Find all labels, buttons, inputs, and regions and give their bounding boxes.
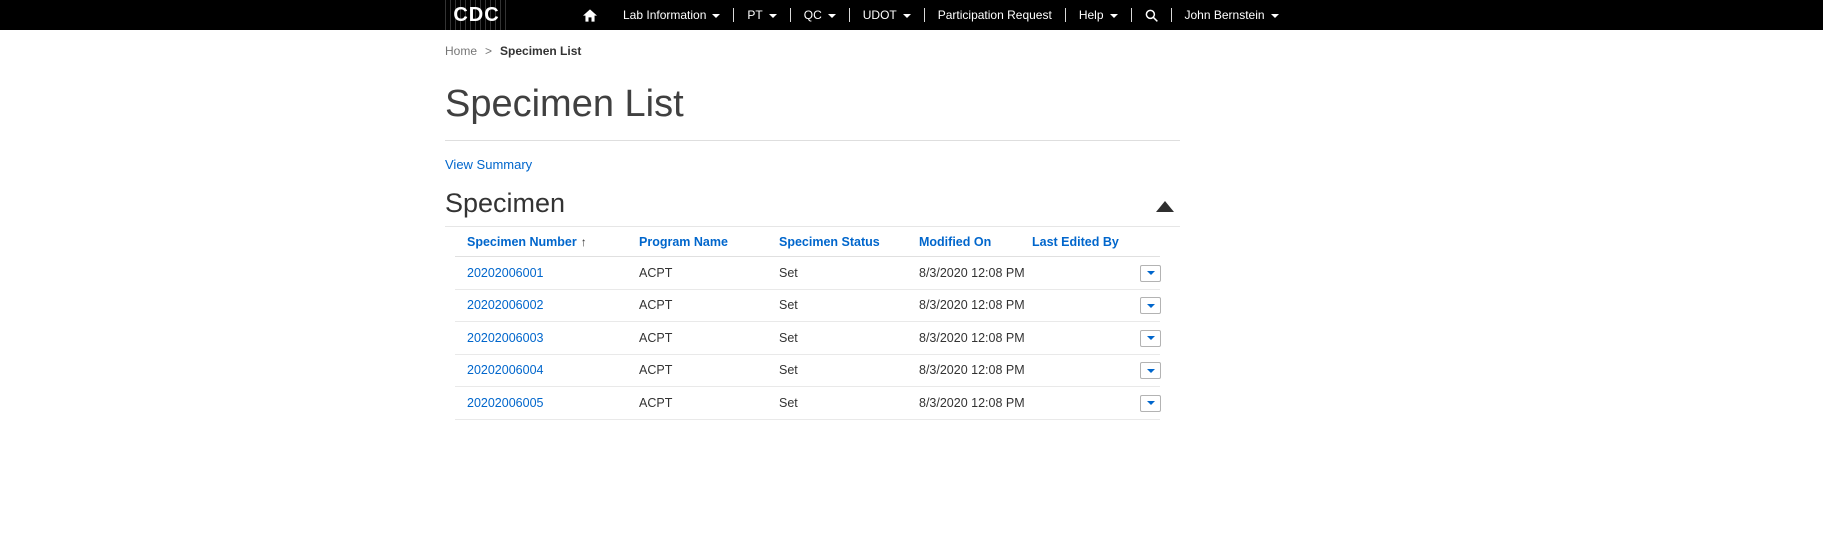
specimen-number-link[interactable]: 20202006002: [467, 298, 543, 312]
cell-program-name: ACPT: [627, 289, 767, 322]
search-icon: [1145, 9, 1158, 22]
page-content: Home > Specimen List Specimen List View …: [445, 44, 1180, 420]
cell-modified-on: 8/3/2020 12:08 PM: [907, 387, 1020, 420]
row-actions-dropdown-button[interactable]: [1140, 395, 1161, 412]
specimen-number-link[interactable]: 20202006005: [467, 396, 543, 410]
column-header-label: Specimen Number: [467, 235, 577, 249]
cell-program-name: ACPT: [627, 354, 767, 387]
row-actions-dropdown-button[interactable]: [1140, 297, 1161, 314]
cell-specimen-status: Set: [767, 289, 907, 322]
column-header-specimen-status[interactable]: Specimen Status: [767, 227, 907, 257]
row-actions-dropdown-button[interactable]: [1140, 330, 1161, 347]
cell-actions: [1128, 354, 1160, 387]
column-header-last-edited-by[interactable]: Last Edited By: [1020, 227, 1128, 257]
table-row: 20202006004 ACPT Set 8/3/2020 12:08 PM: [455, 354, 1160, 387]
top-navigation-bar: CDC Lab Information PT QC UDOT P: [0, 0, 1823, 30]
cell-specimen-number: 20202006001: [455, 257, 627, 290]
specimen-number-link[interactable]: 20202006001: [467, 266, 543, 280]
nav-item-home[interactable]: [570, 0, 610, 30]
row-actions-dropdown-button[interactable]: [1140, 265, 1161, 282]
cell-actions: [1128, 289, 1160, 322]
cell-specimen-status: Set: [767, 387, 907, 420]
nav-user-menu[interactable]: John Bernstein: [1172, 0, 1292, 30]
nav-item-label: UDOT: [863, 8, 897, 22]
cell-program-name: ACPT: [627, 387, 767, 420]
table-row: 20202006005 ACPT Set 8/3/2020 12:08 PM: [455, 387, 1160, 420]
nav-item-qc[interactable]: QC: [791, 0, 849, 30]
nav-item-label: Lab Information: [623, 8, 706, 22]
cell-last-edited-by: [1020, 387, 1128, 420]
chevron-down-icon: [1147, 369, 1155, 373]
cell-program-name: ACPT: [627, 322, 767, 355]
chevron-down-icon: [712, 14, 720, 18]
user-name-label: John Bernstein: [1185, 8, 1265, 22]
chevron-down-icon: [1147, 271, 1155, 275]
column-header-specimen-number[interactable]: Specimen Number ↑: [455, 227, 627, 257]
cell-actions: [1128, 387, 1160, 420]
cell-last-edited-by: [1020, 257, 1128, 290]
cell-actions: [1128, 257, 1160, 290]
table-row: 20202006002 ACPT Set 8/3/2020 12:08 PM: [455, 289, 1160, 322]
cell-specimen-number: 20202006005: [455, 387, 627, 420]
row-actions-dropdown-button[interactable]: [1140, 362, 1161, 379]
chevron-down-icon: [1147, 304, 1155, 308]
breadcrumb-current: Specimen List: [500, 44, 581, 58]
chevron-down-icon: [1147, 336, 1155, 340]
specimen-section-header: Specimen: [445, 188, 1180, 227]
cell-modified-on: 8/3/2020 12:08 PM: [907, 257, 1020, 290]
cell-actions: [1128, 322, 1160, 355]
nav-item-pt[interactable]: PT: [734, 0, 789, 30]
cell-modified-on: 8/3/2020 12:08 PM: [907, 289, 1020, 322]
column-header-program-name[interactable]: Program Name: [627, 227, 767, 257]
page-title: Specimen List: [445, 83, 1180, 141]
specimen-table-body: 20202006001 ACPT Set 8/3/2020 12:08 PM 2…: [455, 257, 1160, 420]
cdc-logo-text: CDC: [453, 4, 499, 27]
breadcrumb: Home > Specimen List: [445, 44, 1180, 58]
breadcrumb-separator: >: [485, 44, 492, 58]
cell-specimen-number: 20202006002: [455, 289, 627, 322]
nav-item-label: PT: [747, 8, 762, 22]
chevron-down-icon: [903, 14, 911, 18]
specimen-number-link[interactable]: 20202006004: [467, 363, 543, 377]
chevron-down-icon: [1147, 401, 1155, 405]
nav-item-participation-request[interactable]: Participation Request: [925, 0, 1065, 30]
cell-modified-on: 8/3/2020 12:08 PM: [907, 322, 1020, 355]
chevron-down-icon: [828, 14, 836, 18]
chevron-down-icon: [1110, 14, 1118, 18]
cell-specimen-status: Set: [767, 257, 907, 290]
cell-specimen-status: Set: [767, 322, 907, 355]
specimen-table-header: Specimen Number ↑ Program Name Specimen S…: [455, 227, 1160, 257]
nav-item-help[interactable]: Help: [1066, 0, 1131, 30]
specimen-number-link[interactable]: 20202006003: [467, 331, 543, 345]
cell-specimen-number: 20202006003: [455, 322, 627, 355]
cell-specimen-number: 20202006004: [455, 354, 627, 387]
cdc-logo[interactable]: CDC: [445, 0, 508, 30]
table-row: 20202006001 ACPT Set 8/3/2020 12:08 PM: [455, 257, 1160, 290]
cell-last-edited-by: [1020, 354, 1128, 387]
cell-modified-on: 8/3/2020 12:08 PM: [907, 354, 1020, 387]
main-nav: Lab Information PT QC UDOT Participation…: [570, 0, 1292, 30]
nav-item-label: QC: [804, 8, 822, 22]
chevron-down-icon: [769, 14, 777, 18]
column-header-actions: [1128, 227, 1160, 257]
nav-item-label: Help: [1079, 8, 1104, 22]
view-summary-link[interactable]: View Summary: [445, 157, 532, 172]
nav-search[interactable]: [1132, 0, 1171, 30]
cell-specimen-status: Set: [767, 354, 907, 387]
nav-item-lab-information[interactable]: Lab Information: [610, 0, 733, 30]
cell-last-edited-by: [1020, 322, 1128, 355]
cell-program-name: ACPT: [627, 257, 767, 290]
table-row: 20202006003 ACPT Set 8/3/2020 12:08 PM: [455, 322, 1160, 355]
sort-ascending-icon: ↑: [581, 235, 587, 249]
breadcrumb-home-link[interactable]: Home: [445, 44, 477, 58]
column-header-modified-on[interactable]: Modified On: [907, 227, 1020, 257]
chevron-down-icon: [1271, 14, 1279, 18]
collapse-section-icon[interactable]: [1156, 201, 1174, 212]
section-title: Specimen: [445, 188, 565, 219]
nav-item-udot[interactable]: UDOT: [850, 0, 924, 30]
home-icon: [583, 9, 597, 22]
specimen-table: Specimen Number ↑ Program Name Specimen S…: [455, 227, 1160, 420]
cell-last-edited-by: [1020, 289, 1128, 322]
nav-item-label: Participation Request: [938, 8, 1052, 22]
